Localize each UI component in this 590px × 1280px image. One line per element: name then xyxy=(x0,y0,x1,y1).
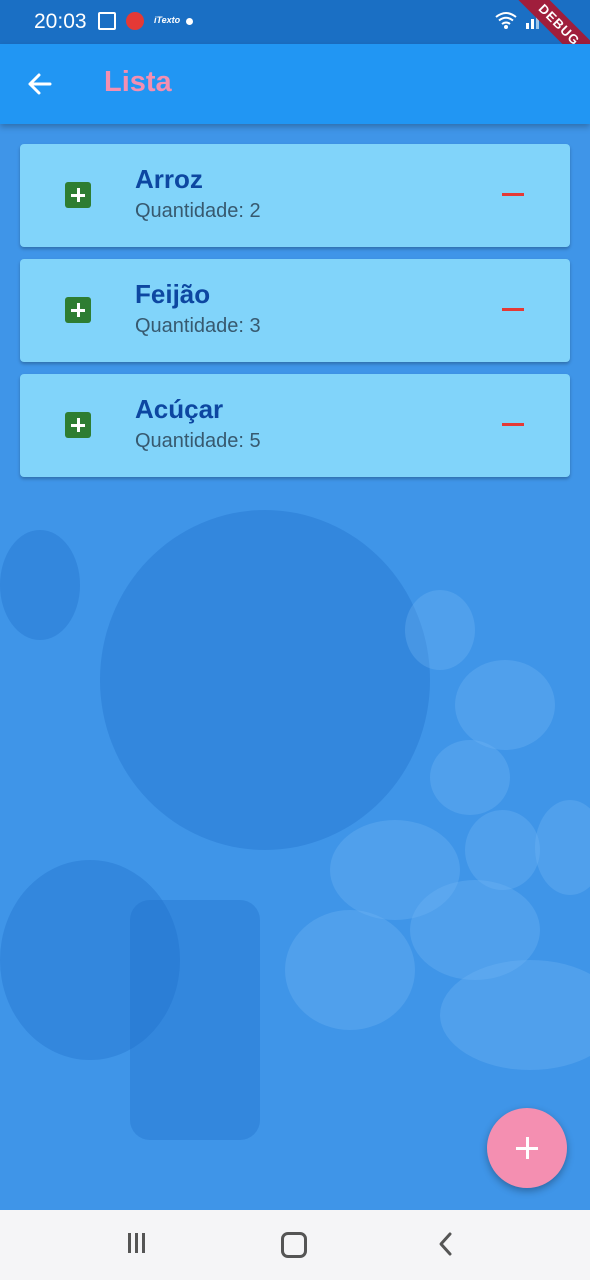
page-title: Lista xyxy=(104,66,172,98)
list-item[interactable]: Acúçar Quantidade: 5 xyxy=(20,374,570,477)
system-nav-bar xyxy=(0,1210,590,1280)
list-item[interactable]: Feijão Quantidade: 3 xyxy=(20,259,570,362)
status-time: 20:03 xyxy=(34,10,87,33)
item-name: Feijão xyxy=(135,279,211,309)
add-item-fab[interactable] xyxy=(487,1108,567,1188)
status-bar: 20:03 iTexto DEBUG xyxy=(0,0,590,79)
recents-icon[interactable] xyxy=(119,1230,159,1260)
add-quantity-button[interactable] xyxy=(65,297,91,323)
wifi-icon xyxy=(495,12,517,29)
item-quantity: Quantidade: 5 xyxy=(135,430,261,452)
item-name: Arroz xyxy=(135,164,203,194)
remove-quantity-button[interactable] xyxy=(498,412,528,438)
gallery-icon xyxy=(98,12,116,30)
dot-icon xyxy=(186,17,193,25)
add-quantity-button[interactable] xyxy=(65,182,91,208)
remove-quantity-button[interactable] xyxy=(498,297,528,323)
home-icon[interactable] xyxy=(272,1230,312,1260)
add-quantity-button[interactable] xyxy=(65,412,91,438)
item-name: Acúçar xyxy=(135,394,224,424)
list-item[interactable]: Arroz Quantidade: 2 xyxy=(20,144,570,247)
app-bar: Lista xyxy=(0,44,590,124)
shopping-list: Arroz Quantidade: 2 Feijão Quantidade: 3… xyxy=(20,144,570,489)
item-quantity: Quantidade: 3 xyxy=(135,315,261,337)
remove-quantity-button[interactable] xyxy=(498,182,528,208)
app-tag-icon: iTexto xyxy=(154,15,181,25)
item-quantity: Quantidade: 2 xyxy=(135,200,261,222)
youtube-icon xyxy=(126,12,144,30)
back-icon[interactable] xyxy=(426,1230,466,1260)
arrow-back-icon[interactable] xyxy=(20,64,60,104)
